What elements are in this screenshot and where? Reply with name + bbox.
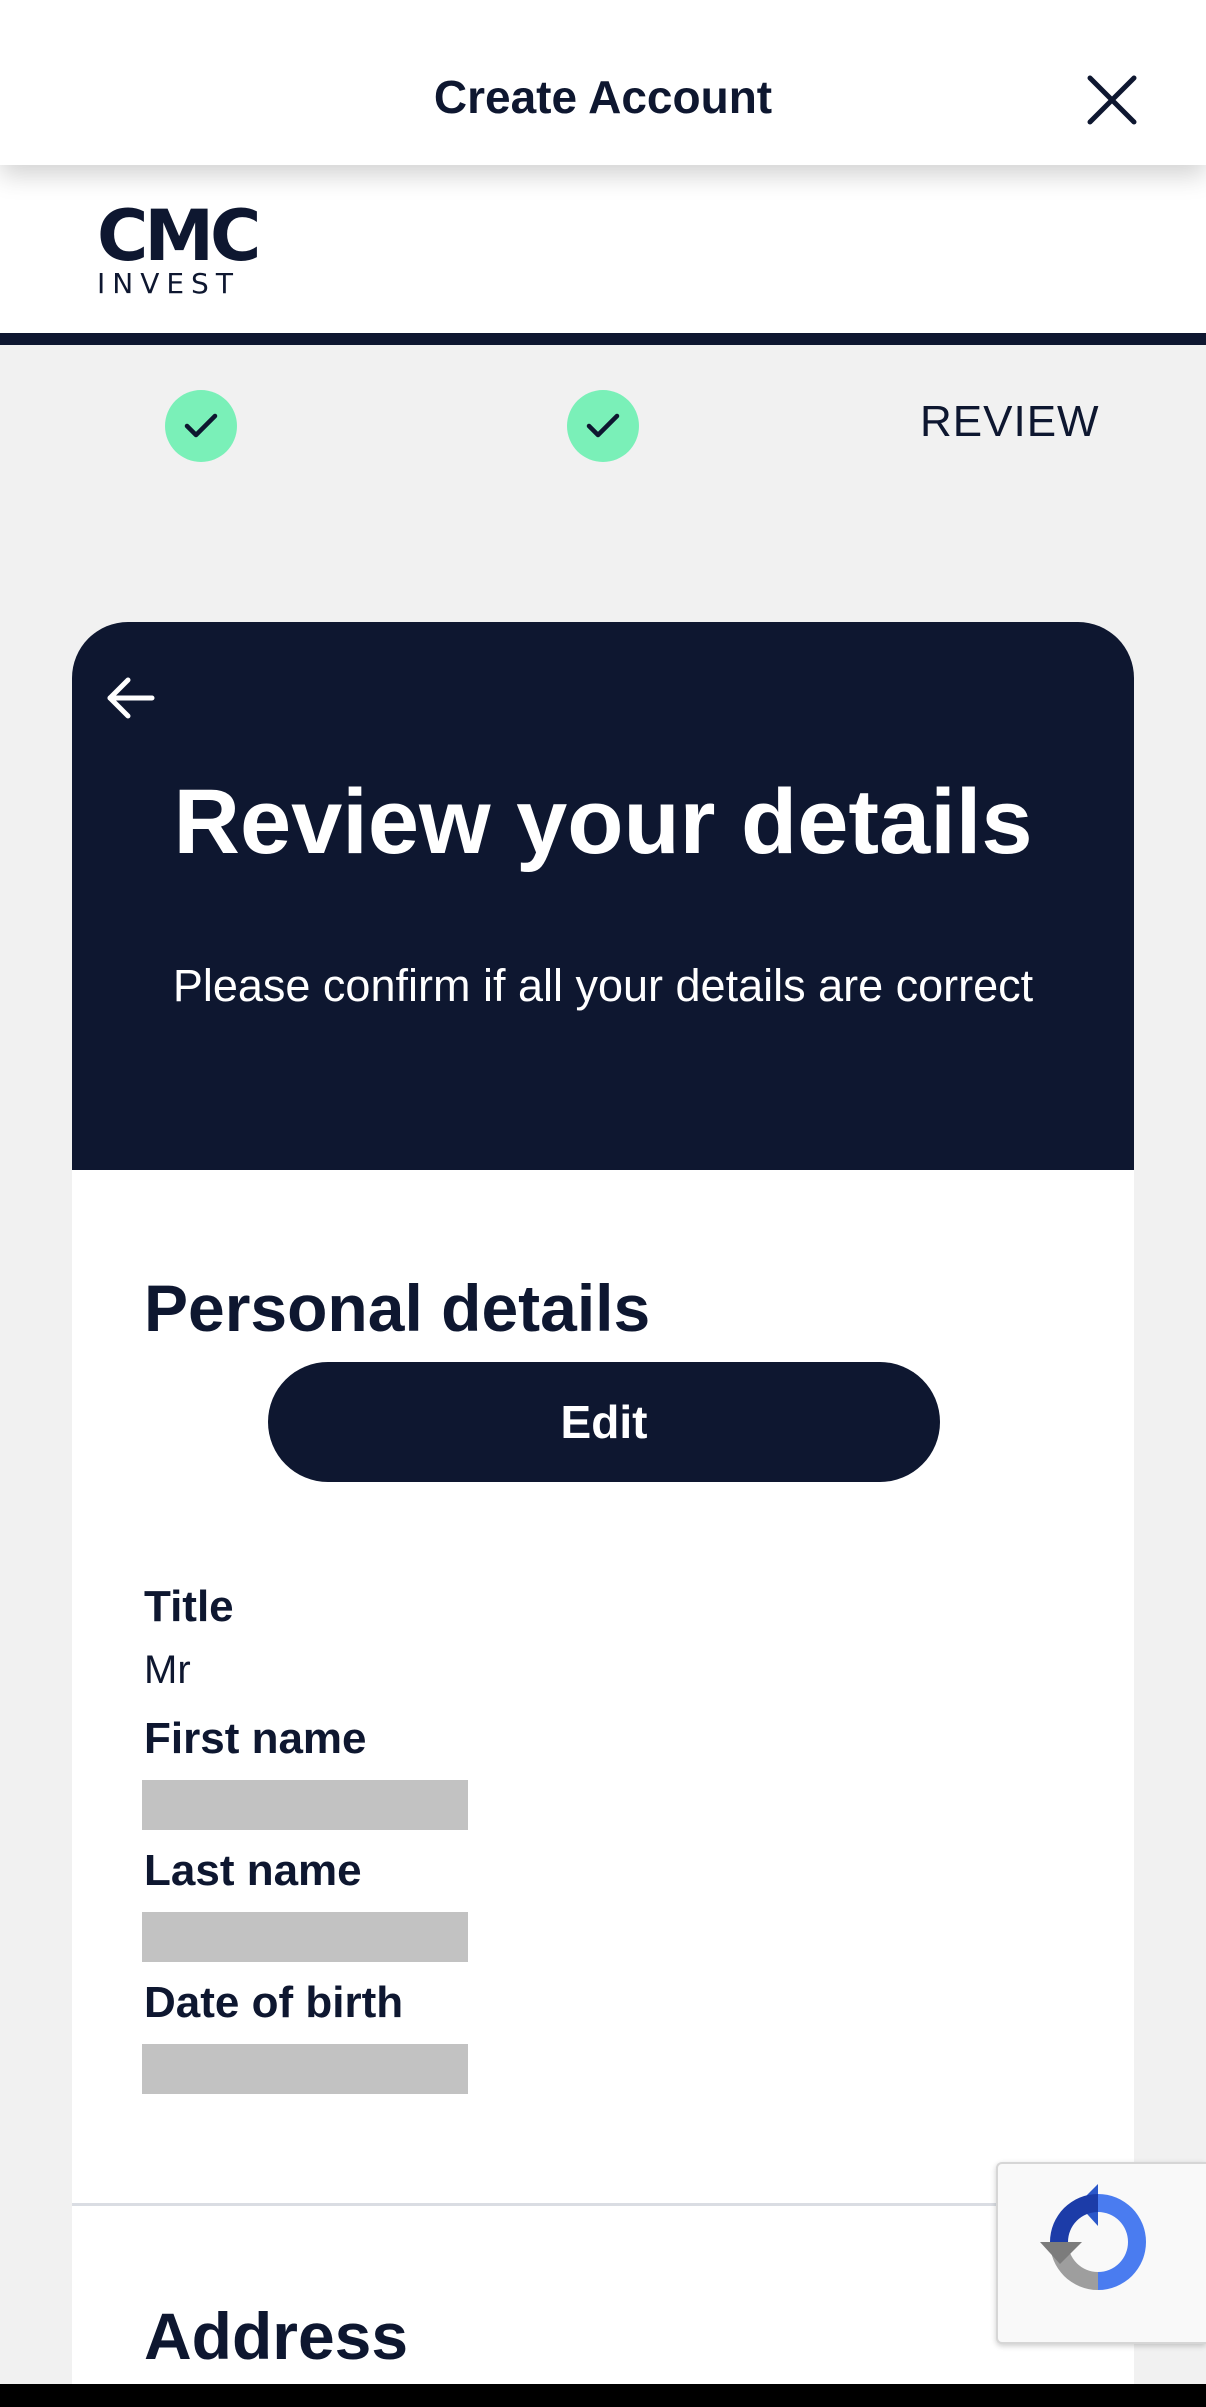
personal-details-title: Personal details (144, 1271, 651, 1345)
field-value-title: Mr (144, 1648, 191, 1692)
recaptcha-icon (1040, 2184, 1146, 2290)
check-icon (586, 413, 620, 438)
logo-sub: INVEST (97, 267, 240, 300)
logo-mark: CMC (97, 195, 261, 277)
step-review-label: REVIEW (920, 397, 1100, 446)
redacted-last-name (142, 1912, 468, 1962)
progress-steps: REVIEW (0, 345, 1206, 495)
step-1-complete (165, 390, 237, 462)
review-card-header: Review your details Please confirm if al… (72, 622, 1134, 1170)
field-label-last-name: Last name (144, 1846, 362, 1895)
redacted-date-of-birth (142, 2044, 468, 2094)
bottom-system-bar (0, 2384, 1206, 2407)
step-2-complete (567, 390, 639, 462)
check-icon (184, 413, 218, 438)
field-label-first-name: First name (144, 1714, 367, 1763)
close-button[interactable] (1084, 72, 1140, 128)
top-bar: Create Account (0, 0, 1206, 165)
field-label-date-of-birth: Date of birth (144, 1978, 404, 2027)
arrow-left-icon (107, 677, 155, 719)
redacted-first-name (142, 1780, 468, 1830)
close-icon (1087, 75, 1137, 125)
back-button[interactable] (102, 670, 158, 726)
brand-bar: CMC INVEST (0, 165, 1206, 333)
address-title: Address (144, 2299, 409, 2373)
cmc-invest-logo: CMC INVEST (97, 195, 261, 305)
review-subtitle: Please confirm if all your details are c… (172, 960, 1034, 1011)
field-label-title: Title (144, 1582, 234, 1631)
brand-divider (0, 333, 1206, 345)
edit-personal-details-button[interactable]: Edit (268, 1362, 940, 1482)
page-title: Create Account (433, 71, 773, 123)
recaptcha-badge[interactable] (996, 2162, 1206, 2344)
review-card-body: Personal details Edit Title Mr First nam… (72, 1170, 1134, 2407)
section-divider (72, 2203, 1134, 2206)
review-title: Review your details (173, 771, 1033, 873)
